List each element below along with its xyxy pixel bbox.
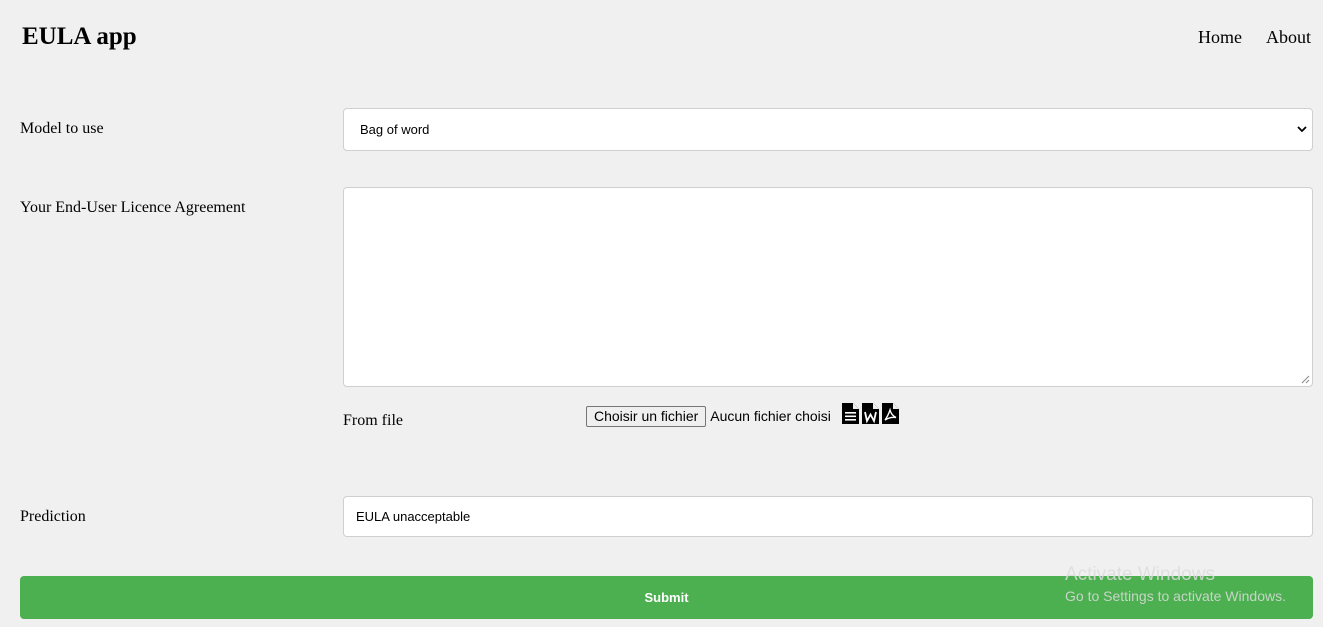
text-file-icon xyxy=(842,403,859,424)
model-label: Model to use xyxy=(20,120,104,137)
prediction-label: Prediction xyxy=(20,508,86,525)
pdf-file-icon xyxy=(882,403,899,424)
resize-handle-icon[interactable] xyxy=(1300,374,1310,384)
app-title: EULA app xyxy=(22,23,137,50)
eula-label: Your End-User Licence Agreement xyxy=(20,199,246,216)
model-select-value: Bag of word xyxy=(360,122,430,137)
file-input[interactable]: Choisir un fichier Aucun fichier choisi xyxy=(586,406,831,427)
file-label: From file xyxy=(343,412,403,429)
choose-file-button[interactable]: Choisir un fichier xyxy=(586,406,707,427)
prediction-value: EULA unacceptable xyxy=(356,509,471,524)
chevron-down-icon xyxy=(1297,126,1307,133)
nav-home-link[interactable]: Home xyxy=(1198,26,1242,48)
eula-textarea[interactable] xyxy=(343,187,1313,387)
word-file-icon xyxy=(862,403,879,424)
prediction-field[interactable]: EULA unacceptable xyxy=(343,496,1313,537)
nav-about-link[interactable]: About xyxy=(1266,26,1311,48)
accepted-file-types xyxy=(842,403,899,424)
submit-button[interactable]: Submit xyxy=(20,576,1313,619)
model-select[interactable]: Bag of word xyxy=(343,108,1313,151)
top-nav: Home About xyxy=(1198,26,1311,48)
file-status-text: Aucun fichier choisi xyxy=(710,408,831,424)
